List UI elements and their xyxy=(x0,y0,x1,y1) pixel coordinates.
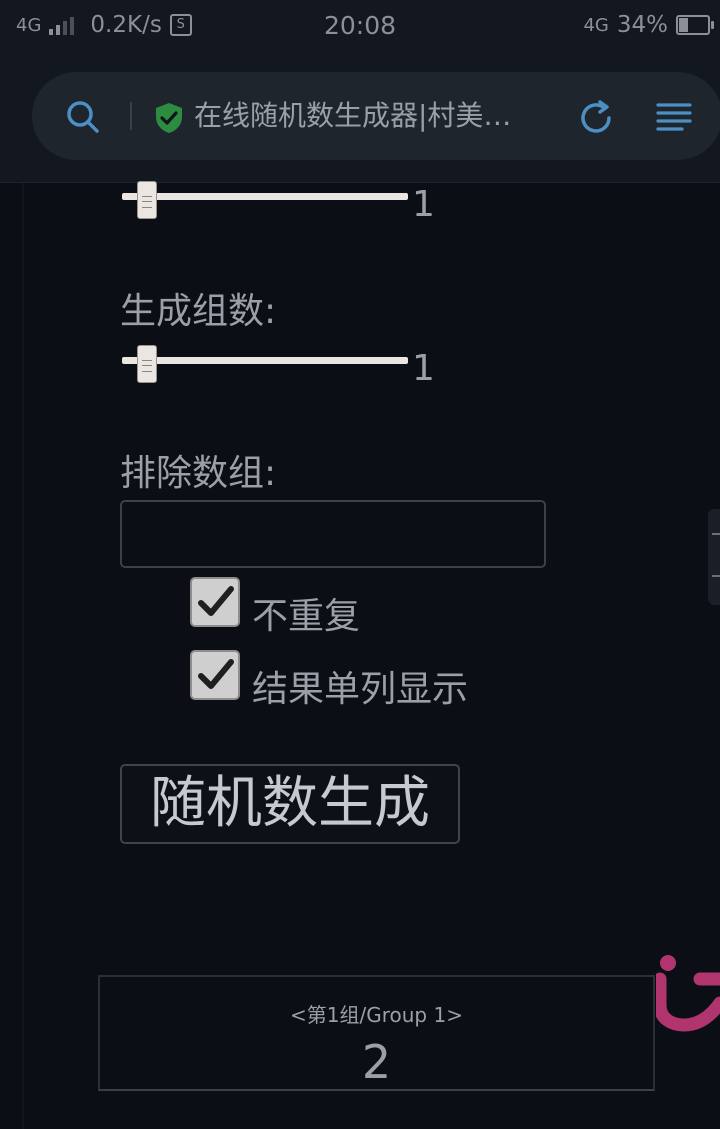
slider-thumb[interactable] xyxy=(137,345,157,383)
result-group-label: <第1组/Group 1> xyxy=(290,1003,463,1027)
single-column-checkbox[interactable] xyxy=(190,650,240,700)
single-column-option[interactable]: 结果单列显示 xyxy=(190,650,468,712)
group-count-slider[interactable]: 1 xyxy=(122,345,435,391)
generator-form: 1 生成组数: 1 排除数组: 不重复 结果单列显示 随机数生成 <第1组/Gr… xyxy=(0,181,720,1129)
checkmark-icon xyxy=(198,659,234,689)
status-bar: 4G 0.2K/s S 20:08 4G 34% xyxy=(0,0,720,52)
page-edge xyxy=(22,183,24,1129)
network-type-right: 4G xyxy=(583,14,609,36)
slider-track[interactable] xyxy=(122,357,408,364)
browser-page: 4G 0.2K/s S 20:08 4G 34% 在线随机数生成器|村美… 1 … xyxy=(0,0,720,1129)
result-value: 2 xyxy=(361,1035,392,1089)
result-panel: <第1组/Group 1> 2 xyxy=(98,975,655,1091)
slider-track[interactable] xyxy=(122,193,408,200)
single-column-label[interactable]: 结果单列显示 xyxy=(252,668,468,712)
slider-thumb[interactable] xyxy=(137,181,157,219)
slider-value: 1 xyxy=(412,184,435,225)
exclude-label: 排除数组: xyxy=(120,453,277,494)
no-repeat-option[interactable]: 不重复 xyxy=(190,577,360,639)
battery-percent: 34% xyxy=(616,12,668,38)
no-repeat-label[interactable]: 不重复 xyxy=(252,595,360,639)
status-right: 4G 34% xyxy=(583,12,714,38)
range-slider-top[interactable]: 1 xyxy=(122,181,435,227)
refresh-icon[interactable] xyxy=(576,98,616,138)
address-bar[interactable]: 在线随机数生成器|村美… xyxy=(32,72,720,160)
group-count-value: 1 xyxy=(412,348,435,389)
group-count-label: 生成组数: xyxy=(120,291,277,332)
page-title[interactable]: 在线随机数生成器|村美… xyxy=(194,96,554,136)
exclude-input[interactable] xyxy=(120,500,546,568)
address-divider xyxy=(130,102,132,130)
side-panel-tab[interactable] xyxy=(708,509,720,605)
no-repeat-checkbox[interactable] xyxy=(190,577,240,627)
menu-icon[interactable] xyxy=(656,102,692,132)
shield-check-icon xyxy=(156,103,182,133)
checkmark-icon xyxy=(198,586,234,616)
search-icon[interactable] xyxy=(66,100,100,134)
battery-icon xyxy=(676,15,714,35)
generate-button[interactable]: 随机数生成 xyxy=(120,764,460,844)
browser-toolbar: 在线随机数生成器|村美… xyxy=(0,52,720,183)
floating-logo-icon[interactable] xyxy=(656,953,720,1033)
